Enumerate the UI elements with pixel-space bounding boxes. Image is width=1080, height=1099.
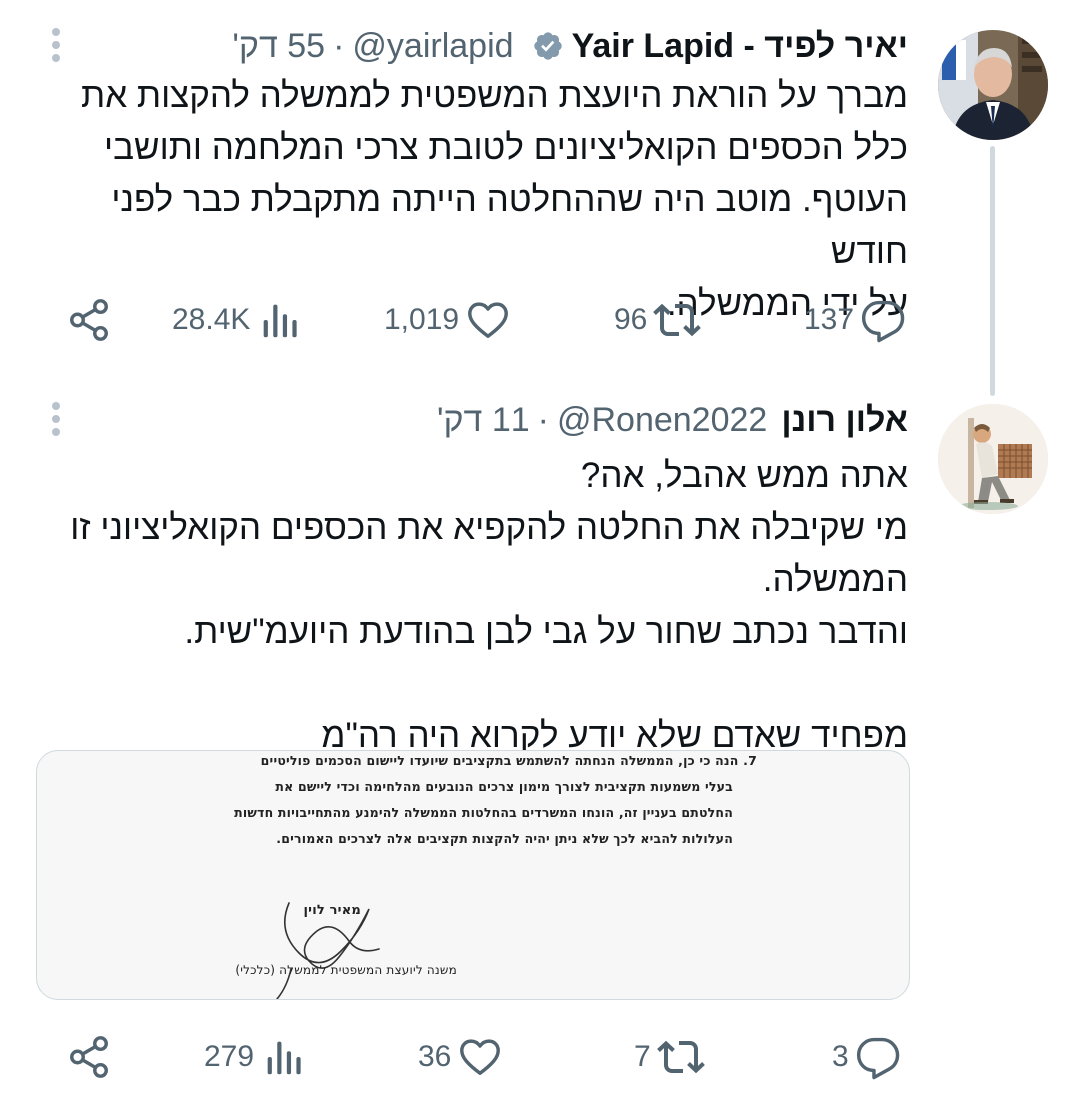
retweet-count: 96 [614,303,648,336]
views-count: 28.4K [172,303,251,336]
attached-document-image[interactable]: 7. הנה כי כן, הממשלה הנחתה להשתמש בתקציב… [36,750,910,1000]
retweet-button[interactable]: 96 [614,290,702,350]
document-text-line: בעלי משמעות תקציבית לצורך מימון צרכים הנ… [275,779,733,794]
tweet-text-line: אתה ממש אהבל, אה? [580,456,908,495]
user-handle[interactable]: @yairlapid [352,26,513,66]
reply-count: 3 [832,1040,849,1073]
tweet-text-line: הממשלה. [762,560,908,599]
thread-connector-line [990,146,995,396]
more-options-icon[interactable] [44,26,68,66]
views-count: 279 [204,1040,255,1073]
display-name[interactable]: יאיר לפיד - Yair Lapid [572,26,908,66]
timestamp[interactable]: 11 דק' [437,400,530,440]
more-options-icon[interactable] [44,400,68,440]
avatar[interactable] [938,404,1048,514]
reply-icon [856,1037,899,1080]
document-text-line: 7. הנה כי כן, הממשלה הנחתה להשתמש בתקציב… [260,753,757,768]
tweet-text-line: כלל הכספים הקואליציונים לטובת צרכי המלחמ… [104,128,908,167]
retweet-icon [656,1040,705,1074]
illustrated-avatar-icon [938,404,1048,514]
tweet-text-line: מברך על הוראת היועצת המשפטית לממשלה להקצ… [81,76,908,115]
avatar[interactable] [938,30,1048,140]
views-button[interactable]: 28.4K [172,290,302,350]
tweet[interactable]: יאיר לפיד - Yair Lapid @yairlapid · 55 ד… [0,0,1080,396]
user-avatar-photo-icon [938,30,1048,140]
views-chart-icon [267,1041,301,1075]
separator-dot: · [333,27,345,65]
views-chart-icon [264,304,298,338]
tweet-text-line: העוטף. מוטב היה שההחלטה הייתה מתקבלת כבר… [111,180,908,271]
share-button[interactable] [66,1027,112,1087]
like-button[interactable]: 36 [418,1027,503,1087]
retweet-icon [653,303,702,337]
signature-icon [276,902,380,999]
share-icon [70,299,108,341]
reply-icon [861,300,905,343]
retweet-count: 7 [634,1040,651,1073]
retweet-button[interactable]: 7 [634,1027,705,1087]
document-text-line: החלטתם בעניין זה, הונחו המשרדים בהחלטות … [234,805,733,820]
tweet-header: יאיר לפיד - Yair Lapid @yairlapid · 55 ד… [232,26,908,66]
tweet[interactable]: אלון רונן @Ronen2022 · 11 דק' אתה ממש אה… [0,380,1080,1099]
reply-count: 137 [804,303,855,336]
signer-title: משנה ליועצת המשפטית לממשלה (כלכלי) [235,963,457,977]
tweet-action-bar: 3 7 36 279 [0,1027,1080,1087]
tweet-text-line: והדבר נכתב שחור על גבי לבן בהודעת היועמ"… [184,612,908,651]
user-handle[interactable]: @Ronen2022 [557,400,767,440]
reply-button[interactable]: 3 [832,1027,901,1087]
display-name[interactable]: אלון רונן [781,400,908,440]
tweet-action-bar: 137 96 1,019 28.4K [0,290,1080,350]
reply-button[interactable]: 137 [804,290,906,350]
verified-badge-icon [532,30,564,62]
like-count: 36 [418,1040,452,1073]
tweet-text-line: מי שקיבלה את החלטה להקפיא את הכספים הקוא… [70,508,908,547]
views-button[interactable]: 279 [204,1027,306,1087]
separator-dot: · [537,401,549,439]
share-button[interactable] [66,290,112,350]
heart-icon [468,302,509,339]
like-count: 1,019 [384,303,460,336]
timestamp[interactable]: 55 דק' [232,26,325,66]
tweet-text: אתה ממש אהבל, אה? מי שקיבלה את החלטה להק… [40,450,908,762]
tweet-header: אלון רונן @Ronen2022 · 11 דק' [437,400,908,440]
share-icon [70,1036,108,1078]
document-text-line: העלולות להביא לכך שלא ניתן יהיה להקצות ת… [276,831,733,846]
like-button[interactable]: 1,019 [384,290,511,350]
heart-icon [460,1039,501,1076]
